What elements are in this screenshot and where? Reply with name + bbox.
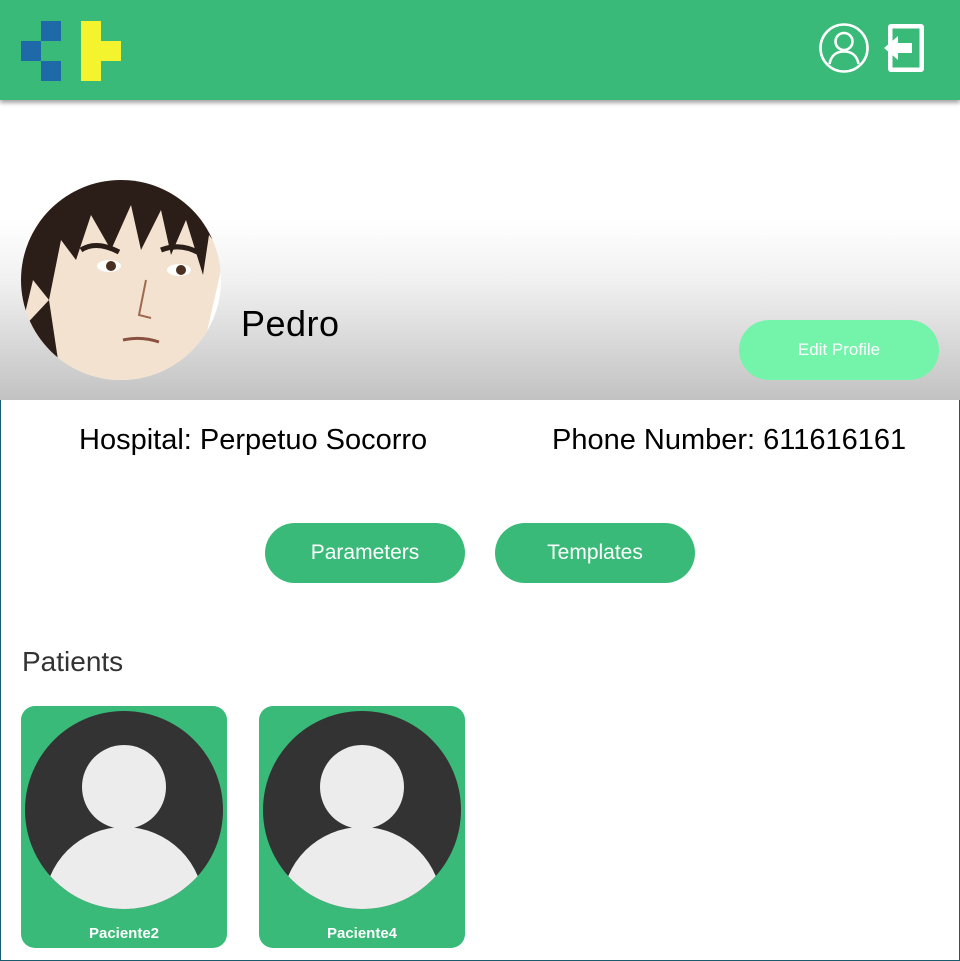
patient-name: Paciente2 — [88, 925, 160, 942]
patient-avatar-placeholder-icon — [25, 711, 223, 909]
patient-avatar-placeholder-icon — [263, 711, 461, 909]
templates-button[interactable]: Templates — [495, 523, 695, 583]
patient-card[interactable]: Paciente2 — [21, 706, 227, 948]
patient-card[interactable]: Paciente4 — [259, 706, 465, 948]
app-logo[interactable] — [21, 21, 121, 81]
profile-avatar — [21, 180, 221, 380]
patients-heading: Patients — [22, 646, 124, 677]
hospital-info: Hospital: Perpetuo Socorro — [79, 424, 428, 456]
edit-profile-button[interactable]: Edit Profile — [739, 320, 939, 380]
phone-info: Phone Number: 611616161 — [552, 424, 907, 456]
logout-icon[interactable] — [882, 22, 928, 74]
top-bar — [0, 0, 960, 100]
parameters-button[interactable]: Parameters — [265, 523, 465, 583]
patient-name: Paciente4 — [326, 925, 398, 942]
profile-name: Pedro — [241, 303, 340, 344]
user-profile-icon[interactable] — [818, 22, 870, 74]
